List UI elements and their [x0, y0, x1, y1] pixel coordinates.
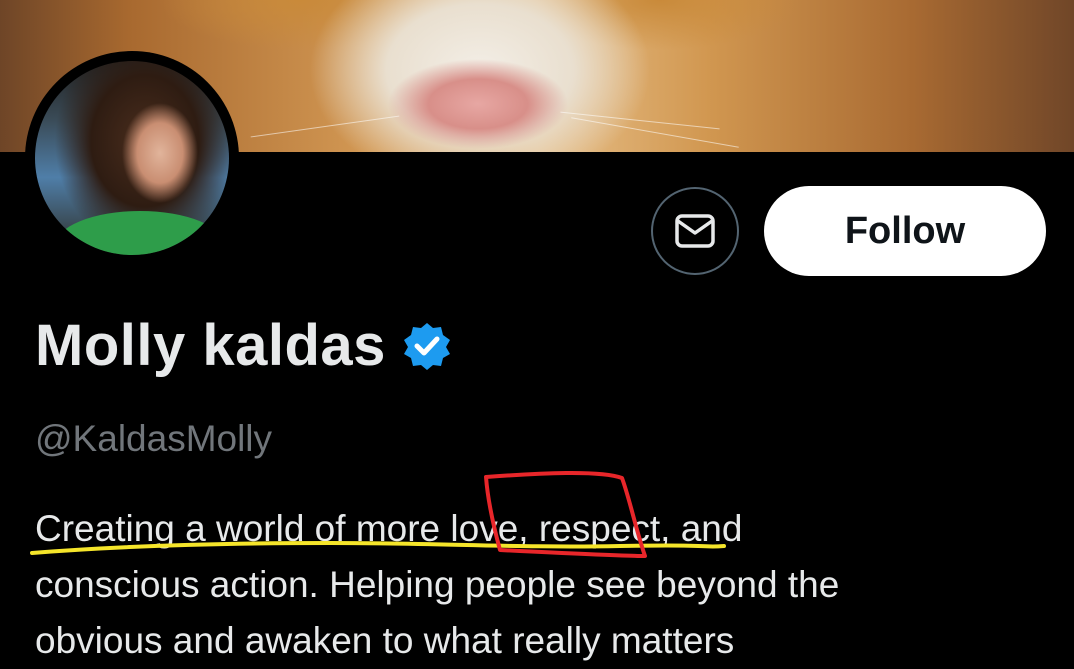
handle: @KaldasMolly — [35, 418, 273, 459]
follow-button[interactable]: Follow — [764, 186, 1046, 276]
display-name: Molly kaldas — [35, 313, 386, 378]
message-button[interactable] — [651, 187, 739, 275]
bio-line: obvious and awaken to what really matter… — [35, 620, 735, 661]
name-row: Molly kaldas — [35, 312, 452, 379]
bio-line: conscious action. Helping people see bey… — [35, 564, 840, 605]
banner-detail — [250, 115, 400, 138]
verified-badge-icon — [403, 322, 450, 370]
envelope-icon — [675, 214, 715, 248]
avatar[interactable] — [25, 51, 239, 265]
avatar-shirt — [55, 211, 225, 255]
avatar-photo — [35, 61, 229, 255]
bio-line: Creating a world of more love, respect, … — [35, 508, 743, 549]
bio: Creating a world of more love, respect, … — [35, 501, 1045, 669]
